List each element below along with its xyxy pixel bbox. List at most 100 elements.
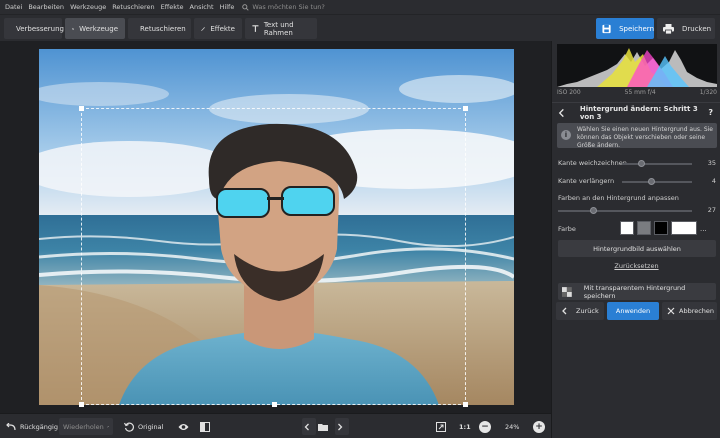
fit-screen-icon xyxy=(436,421,446,432)
slider-edge-extend-thumb[interactable] xyxy=(648,178,655,185)
search-placeholder: Was möchten Sie tun? xyxy=(252,3,325,11)
toolbar: Verbesserung Werkzeuge Retuschieren Effe… xyxy=(0,14,720,41)
zoom-out-button[interactable]: − xyxy=(479,418,491,435)
crop-handle-bottom[interactable] xyxy=(272,402,277,407)
color-label: Farbe xyxy=(558,225,576,233)
crop-handle-top-left[interactable] xyxy=(79,106,84,111)
undo-button[interactable]: Rückgängig xyxy=(6,418,58,435)
close-icon xyxy=(667,307,675,315)
slider-color-match-value: 27 xyxy=(707,206,716,214)
slider-color-match-track[interactable] xyxy=(558,210,692,212)
crop-handle-bottom-left[interactable] xyxy=(79,402,84,407)
cancel-button[interactable]: Abbrechen xyxy=(662,302,717,320)
crop-handle-bottom-right[interactable] xyxy=(463,402,468,407)
zoom-level-value: 24% xyxy=(505,422,520,431)
original-button[interactable]: Original xyxy=(124,418,163,435)
redo-label: Wiederholen xyxy=(63,422,104,431)
slider-edge-blur-label: Kante weichzeichnen xyxy=(558,159,627,167)
next-image-button[interactable] xyxy=(335,418,349,435)
chevron-left-icon xyxy=(304,423,309,430)
floppy-disk-icon xyxy=(602,24,611,33)
open-folder-button[interactable] xyxy=(318,418,332,435)
chevron-right-icon xyxy=(338,423,343,430)
slider-edge-blur-thumb[interactable] xyxy=(638,160,645,167)
zoom-level: 24% xyxy=(505,418,519,435)
actual-size-button[interactable]: 1:1 xyxy=(459,418,471,435)
more-colors-button[interactable]: ... xyxy=(700,225,707,233)
menu-help[interactable]: Hilfe xyxy=(220,3,235,11)
info-icon: i xyxy=(561,130,571,140)
fit-to-screen-button[interactable] xyxy=(436,418,450,435)
menu-bar: Datei Bearbeiten Werkzeuge Retuschieren … xyxy=(0,0,720,14)
exif-info: ISO 200 55 mm f/4 1/320 xyxy=(557,89,717,96)
apply-button[interactable]: Anwenden xyxy=(607,302,659,320)
chevron-left-icon[interactable] xyxy=(557,108,568,118)
print-button-label: Drucken xyxy=(682,24,712,33)
chevron-left-icon xyxy=(562,307,567,315)
text-icon xyxy=(252,25,259,32)
slider-color-match-thumb[interactable] xyxy=(590,207,597,214)
info-text: Wählen Sie einen neuen Hintergrund aus. … xyxy=(577,126,714,149)
back-button-label: Zurück xyxy=(576,307,599,315)
tab-retouch[interactable]: Retuschieren xyxy=(128,18,191,39)
print-button[interactable]: Drucken xyxy=(657,18,715,39)
step-header: Hintergrund ändern: Schritt 3 von 3 ? xyxy=(552,102,720,122)
rotate-left-icon xyxy=(124,422,134,432)
crop-frame[interactable] xyxy=(79,106,468,407)
crop-handle-top-right[interactable] xyxy=(463,106,468,111)
slider-edge-blur: Kante weichzeichnen 35 xyxy=(558,159,716,169)
save-transparent-button[interactable]: Mit transparentem Hintergrund speichern xyxy=(558,283,716,300)
search-field[interactable]: Was möchten Sie tun? xyxy=(242,3,325,11)
compare-button[interactable] xyxy=(200,418,214,435)
zoom-in-button[interactable]: + xyxy=(533,418,545,435)
back-button[interactable]: Zurück xyxy=(556,302,604,320)
save-button[interactable]: Speichern xyxy=(596,18,654,39)
menu-edit[interactable]: Bearbeiten xyxy=(28,3,64,11)
tab-tools[interactable]: Werkzeuge xyxy=(65,18,125,39)
eye-icon xyxy=(178,423,189,430)
slider-edge-extend-label: Kante verlängern xyxy=(558,177,615,185)
plus-icon: + xyxy=(533,420,545,433)
bottom-bar: Rückgängig Wiederholen Original 1:1 − 24… xyxy=(0,413,551,438)
preview-eye-button[interactable] xyxy=(178,418,193,435)
swatch-black[interactable] xyxy=(654,221,668,235)
menu-retouch[interactable]: Retuschieren xyxy=(112,3,154,11)
redo-button[interactable]: Wiederholen xyxy=(59,418,113,435)
choose-background-button[interactable]: Hintergrundbild auswählen xyxy=(558,240,716,257)
histogram-graph xyxy=(557,48,717,87)
tab-tools-label: Werkzeuge xyxy=(79,24,118,33)
swatch-gray[interactable] xyxy=(637,221,651,235)
tab-retouch-label: Retuschieren xyxy=(140,24,186,33)
exif-lens: 55 mm f/4 xyxy=(624,89,656,96)
split-view-icon xyxy=(200,421,210,432)
menu-effects[interactable]: Effekte xyxy=(161,3,184,11)
previous-image-button[interactable] xyxy=(302,418,316,435)
menu-file[interactable]: Datei xyxy=(5,3,22,11)
slider-edge-blur-track[interactable] xyxy=(622,163,692,165)
tab-effects-label: Effekte xyxy=(210,24,235,33)
search-icon xyxy=(242,3,249,11)
menu-view[interactable]: Ansicht xyxy=(190,3,214,11)
printer-icon xyxy=(663,23,674,34)
swatch-custom[interactable] xyxy=(671,221,697,235)
image-canvas[interactable] xyxy=(0,41,551,413)
slider-color-match: Farben an den Hintergrund anpassen 27 xyxy=(558,194,716,216)
slider-edge-extend-track[interactable] xyxy=(622,181,692,183)
right-panel: ISO 200 55 mm f/4 1/320 Hintergrund ände… xyxy=(551,41,720,438)
actual-size-label: 1:1 xyxy=(459,422,471,431)
tab-text-frames[interactable]: Text und Rahmen xyxy=(245,18,317,39)
slider-edge-extend: Kante verlängern 4 xyxy=(558,177,716,187)
tab-enhance[interactable]: Verbesserung xyxy=(4,18,64,39)
reset-link[interactable]: Zurücksetzen xyxy=(552,262,720,270)
swatch-white[interactable] xyxy=(620,221,634,235)
tab-effects[interactable]: Effekte xyxy=(194,18,242,39)
minus-icon: − xyxy=(479,420,491,433)
exif-iso: ISO 200 xyxy=(557,89,581,96)
choose-background-label: Hintergrundbild auswählen xyxy=(593,244,681,253)
original-label: Original xyxy=(138,422,164,431)
undo-icon xyxy=(6,422,16,430)
menu-tools[interactable]: Werkzeuge xyxy=(70,3,106,11)
help-button[interactable]: ? xyxy=(708,108,713,117)
step-title: Hintergrund ändern: Schritt 3 von 3 xyxy=(579,104,698,121)
save-button-label: Speichern xyxy=(619,24,654,33)
